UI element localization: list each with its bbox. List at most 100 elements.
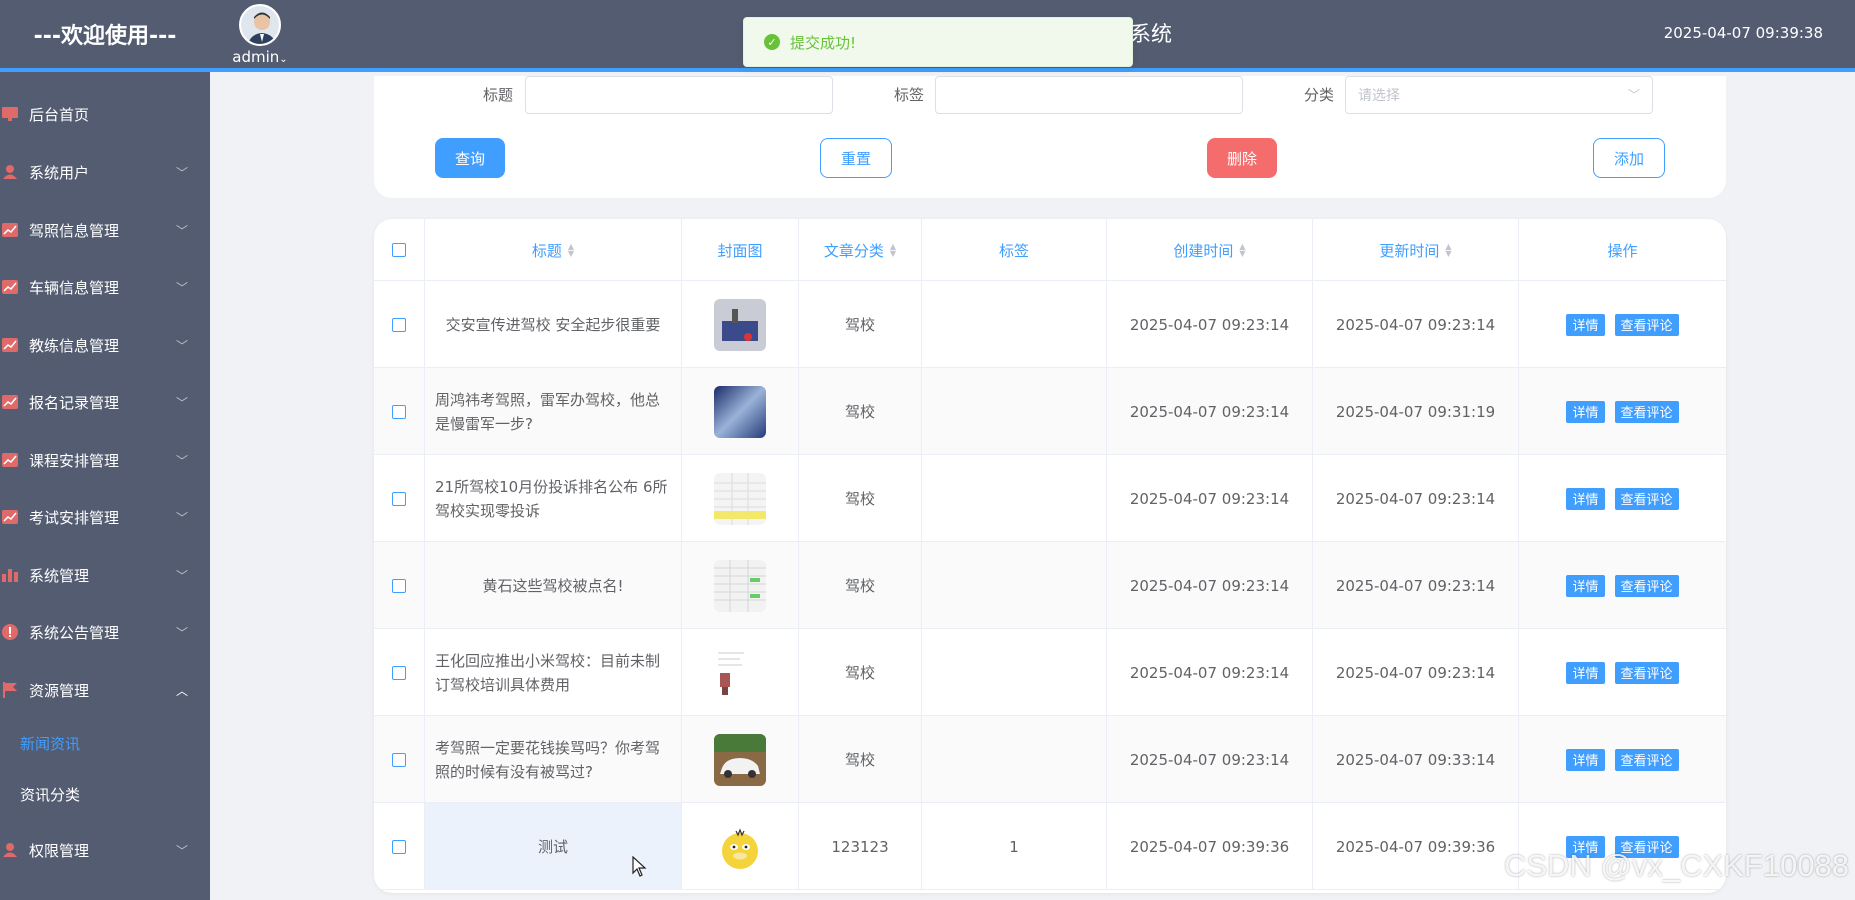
row-updated: 2025-04-07 09:31:19 [1313,368,1519,455]
row-checkbox[interactable] [392,317,406,332]
detail-button[interactable]: 详情 [1566,400,1605,423]
sidebar-item-system-manage[interactable]: 系统管理 ﹀ [0,553,210,597]
col-created-label: 创建时间 [1173,241,1234,260]
delete-button[interactable]: 删除 [1207,138,1277,178]
row-tag [922,455,1107,542]
row-title: 黄石这些驾校被点名! [425,542,682,629]
sidebar-item-permission[interactable]: 权限管理 ﹀ [0,828,210,872]
cover-image[interactable] [714,472,766,525]
username-dropdown[interactable]: admin⌄ [232,48,287,66]
sort-icon[interactable]: ▲ ▼ [1445,243,1451,258]
cover-image[interactable] [714,559,766,612]
sidebar-item-license[interactable]: 驾照信息管理 ﹀ [0,208,210,252]
category-select[interactable]: 请选择 ﹀ [1345,76,1653,114]
row-updated: 2025-04-07 09:23:14 [1313,281,1519,368]
row-checkbox[interactable] [392,404,406,419]
user-menu[interactable]: admin⌄ [230,4,290,66]
row-actions: 详情 查看评论 [1519,368,1726,455]
sidebar-item-enrollment[interactable]: 报名记录管理 ﹀ [0,380,210,424]
row-checkbox[interactable] [392,752,406,767]
user-icon [2,843,18,857]
row-select-cell [374,281,425,368]
view-comments-button[interactable]: 查看评论 [1614,313,1679,336]
reset-button[interactable]: 重置 [820,138,892,178]
row-title: 考驾照一定要花钱挨骂吗？你考驾照的时候有没有被骂过? [425,716,682,803]
view-comments-button[interactable]: 查看评论 [1614,400,1679,423]
cover-image[interactable] [714,820,766,873]
chevron-down-icon: ﹀ [175,453,188,468]
row-checkbox[interactable] [392,839,406,854]
sidebar-item-home[interactable]: 后台首页 [0,92,210,136]
chevron-down-icon: ﹀ [175,568,188,583]
sort-icon[interactable]: ▲ ▼ [890,243,896,258]
title-filter-input[interactable] [525,76,833,114]
sidebar-item-system-users[interactable]: 系统用户 ﹀ [0,150,210,194]
sidebar-item-coach[interactable]: 教练信息管理 ﹀ [0,323,210,367]
sidebar-item-label: 考试安排管理 [29,508,120,527]
sidebar-item-announcement[interactable]: 系统公告管理 ﹀ [0,610,210,654]
detail-button[interactable]: 详情 [1566,313,1605,336]
sidebar-item-exam[interactable]: 考试安排管理 ﹀ [0,495,210,539]
cover-image[interactable] [714,733,766,786]
col-title[interactable]: 标题 ▲ ▼ [425,219,682,281]
col-action: 操作 [1519,219,1726,281]
detail-button[interactable]: 详情 [1566,487,1605,510]
sort-icon[interactable]: ▲ ▼ [568,243,574,258]
col-updated[interactable]: 更新时间 ▲ ▼ [1313,219,1519,281]
view-comments-button[interactable]: 查看评论 [1614,574,1679,597]
sidebar-item-vehicle[interactable]: 车辆信息管理 ﹀ [0,265,210,309]
add-button[interactable]: 添加 [1593,138,1665,178]
view-comments-button[interactable]: 查看评论 [1614,661,1679,684]
row-tag: 1 [922,803,1107,890]
cover-image[interactable] [714,298,766,351]
col-tag-label: 标签 [998,241,1029,260]
row-checkbox[interactable] [392,665,406,680]
row-updated: 2025-04-07 09:23:14 [1313,629,1519,716]
detail-button[interactable]: 详情 [1566,661,1605,684]
clock: 2025-04-07 09:39:38 [1663,24,1823,42]
select-all-checkbox[interactable] [392,243,406,257]
category-filter-label: 分类 [1304,86,1335,104]
sort-icon[interactable]: ▲ ▼ [1239,243,1245,258]
cover-image[interactable] [714,646,766,699]
col-category[interactable]: 文章分类 ▲ ▼ [799,219,922,281]
detail-button[interactable]: 详情 [1566,748,1605,771]
row-cover-cell [682,455,799,542]
view-comments-button[interactable]: 查看评论 [1614,748,1679,771]
col-created[interactable]: 创建时间 ▲ ▼ [1107,219,1313,281]
row-category: 驾校 [799,542,922,629]
tag-filter-label: 标签 [894,86,925,104]
cover-image[interactable] [714,385,766,438]
detail-button[interactable]: 详情 [1566,574,1605,597]
bar-chart-icon [2,568,18,582]
row-updated: 2025-04-07 09:23:14 [1313,455,1519,542]
chevron-down-icon: ﹀ [175,395,188,410]
chevron-down-icon: ﹀ [175,510,188,525]
sidebar-item-resource[interactable]: 资源管理 ︿ [0,668,210,712]
query-button[interactable]: 查询 [435,138,505,178]
row-updated: 2025-04-07 09:39:36 [1313,803,1519,890]
tag-filter-input[interactable] [935,76,1243,114]
sidebar-item-label: 车辆信息管理 [29,278,120,297]
table-row: 黄石这些驾校被点名! 驾校 2025-04-07 09:23:14 2025-0… [374,542,1726,629]
row-actions: 详情 查看评论 [1519,281,1726,368]
title-filter-label: 标题 [483,86,514,104]
avatar[interactable] [239,4,281,46]
sidebar-subitem-news[interactable]: 新闻资讯 [0,721,210,765]
chart-icon [2,510,18,524]
view-comments-button[interactable]: 查看评论 [1614,487,1679,510]
row-actions: 详情 查看评论 [1519,542,1726,629]
row-checkbox[interactable] [392,578,406,593]
row-cover-cell [682,716,799,803]
sidebar-item-label: 教练信息管理 [29,336,120,355]
sidebar-item-label: 课程安排管理 [29,451,120,470]
monitor-icon [2,107,18,121]
sidebar-item-course[interactable]: 课程安排管理 ﹀ [0,438,210,482]
sidebar-subitem-news-category[interactable]: 资讯分类 [0,772,210,816]
row-tag [922,368,1107,455]
row-updated: 2025-04-07 09:33:14 [1313,716,1519,803]
row-created: 2025-04-07 09:39:36 [1107,803,1313,890]
username-label: admin [232,48,280,66]
row-checkbox[interactable] [392,491,406,506]
row-tag [922,629,1107,716]
